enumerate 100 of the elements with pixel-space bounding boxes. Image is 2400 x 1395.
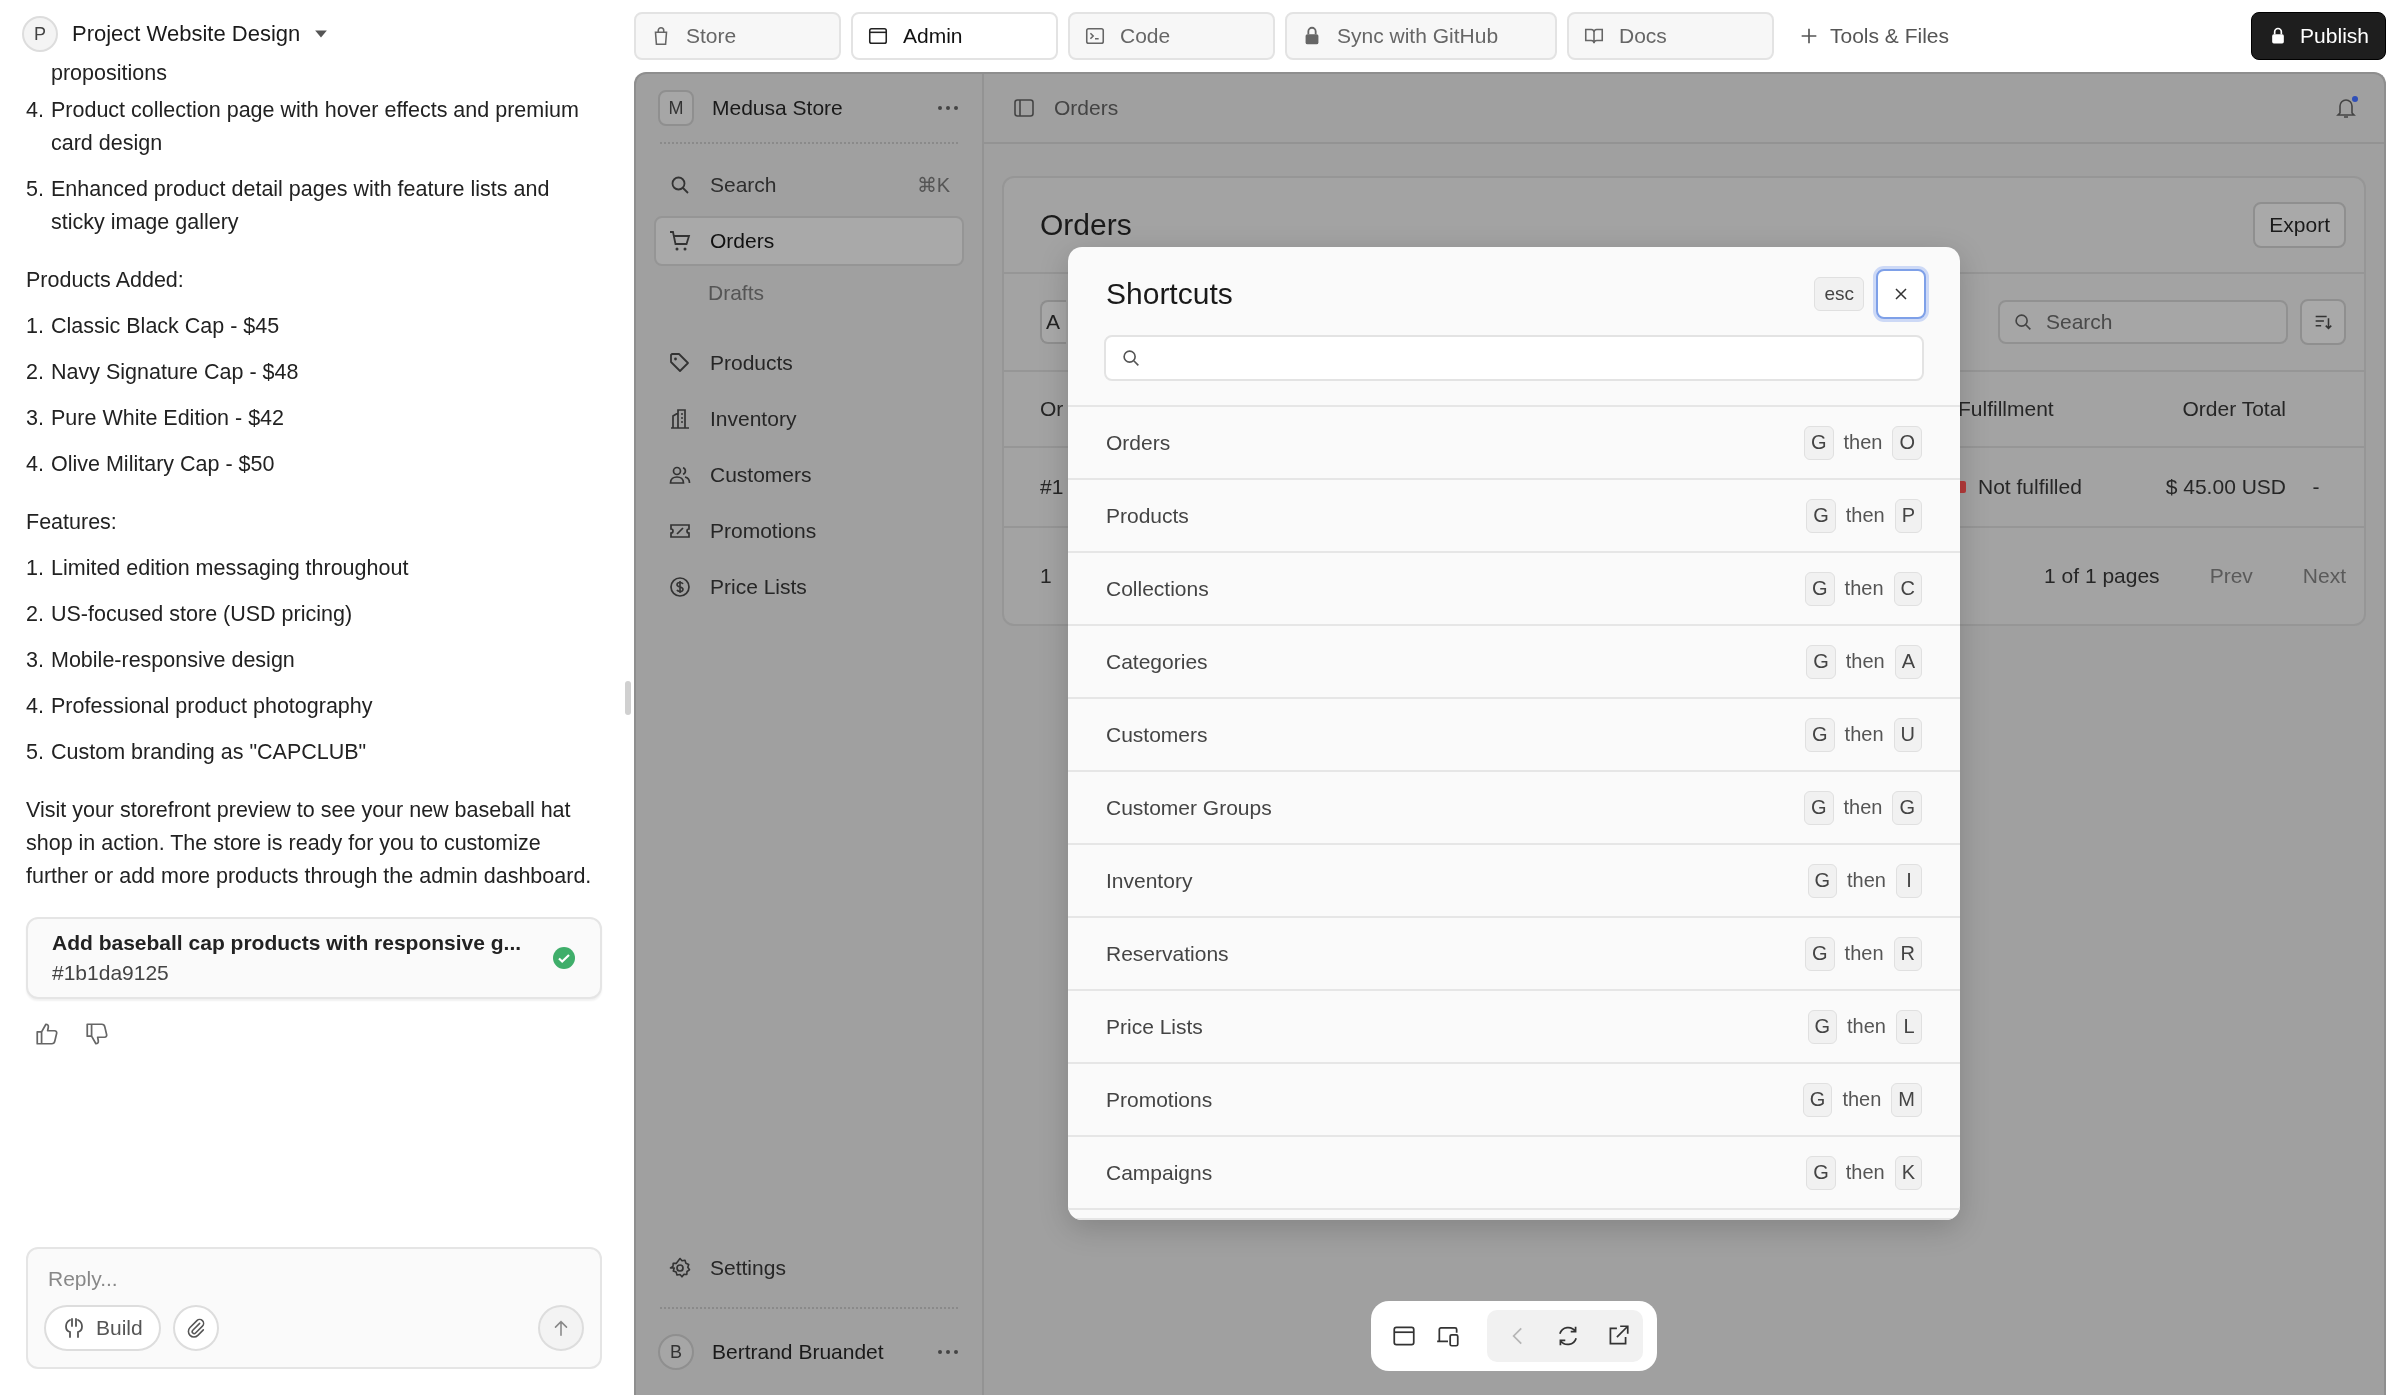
sort-button[interactable] — [2300, 299, 2346, 345]
list-number: 1. — [26, 555, 45, 582]
key-hint: L — [1896, 1009, 1922, 1044]
key-hint: G — [1805, 936, 1835, 971]
sidebar-item[interactable]: Products — [654, 338, 964, 388]
reply-box[interactable]: Reply... Build — [26, 1247, 602, 1369]
key-hint: G — [1806, 644, 1836, 679]
reply-field[interactable]: Reply... — [44, 1267, 584, 1291]
table-cell-text: - — [2311, 475, 2321, 499]
bell-icon[interactable] — [2334, 95, 2360, 121]
shortcut-label: Promotions — [1106, 1087, 1213, 1112]
user-name[interactable]: Bertrand Bruandet — [712, 1340, 884, 1364]
building-icon — [668, 407, 692, 431]
search-icon — [1120, 347, 1142, 369]
page-count: 1 of 1 pages — [2044, 564, 2160, 588]
key-hint: O — [1892, 425, 1922, 460]
shortcut-joiner: then — [1842, 1088, 1882, 1111]
message-paragraph: Visit your storefront preview to see your new baseball hat shop in action. The store is ready for you to customize further or add more products through the admin dashboard. — [26, 797, 593, 890]
tab[interactable]: Admin — [851, 12, 1058, 60]
tab[interactable]: Docs — [1567, 12, 1774, 60]
cart-icon — [668, 229, 692, 253]
key-hint: G — [1807, 1009, 1838, 1044]
column-header: Order Total — [2181, 397, 2286, 421]
tab[interactable]: Store — [634, 12, 841, 60]
commit-card[interactable]: Add baseball cap products with responsive g... #1b1da9125 — [26, 917, 602, 999]
store-name[interactable]: Medusa Store — [712, 96, 843, 120]
message-text: propositions — [50, 60, 168, 86]
list-item-text: Navy Signature Cap - $48 — [51, 359, 300, 386]
key-hint: U — [1893, 717, 1922, 752]
sidebar-item[interactable]: Inventory — [654, 394, 964, 444]
list-item-text: Mobile-responsive design — [51, 647, 296, 674]
tools-files-button[interactable]: Tools & Files — [1784, 24, 1964, 48]
settings-item[interactable]: Settings — [654, 1243, 964, 1293]
list-item-text: Custom branding as "CAPCLUB" — [51, 739, 368, 766]
browser-window-icon[interactable] — [1391, 1323, 1417, 1349]
key-hint: G — [1807, 863, 1838, 898]
thumbs-down-icon[interactable] — [84, 1021, 110, 1047]
send-button[interactable] — [538, 1305, 584, 1351]
sidebar-item[interactable]: Search ⌘K — [654, 160, 964, 210]
list-item-text: Limited edition messaging throughout — [51, 555, 410, 582]
more-icon[interactable] — [936, 1348, 960, 1356]
section-heading: Features: — [26, 509, 118, 536]
column-header: Fulfillment — [1957, 397, 2055, 421]
table-cell: Not fulfilled — [1978, 475, 2082, 499]
shortcut-label: Reservations — [1106, 941, 1229, 966]
list-item-text: Olive Military Cap - $50 — [51, 451, 276, 478]
search-field[interactable]: Search — [1998, 300, 2288, 344]
key-hint: G — [1805, 571, 1835, 606]
filter-button[interactable]: A — [1040, 300, 1066, 344]
dialog-title: Shortcuts — [1106, 277, 1233, 311]
section-heading: Products Added: — [26, 267, 185, 294]
shortcut-label: Customers — [1106, 722, 1208, 747]
sidebar-item[interactable]: Price Lists — [654, 562, 964, 612]
shortcut-joiner: then — [1844, 942, 1884, 965]
export-button[interactable]: Export — [2253, 202, 2346, 248]
key-hint: esc — [1814, 277, 1864, 311]
shortcut-joiner: then — [1844, 577, 1884, 600]
shortcut-joiner: then — [1844, 723, 1884, 746]
publish-button[interactable]: Publish — [2251, 12, 2386, 60]
shortcut-joiner: then — [1843, 431, 1883, 454]
shortcut-label: Customer Groups — [1106, 795, 1272, 820]
window-icon — [867, 25, 889, 47]
list-item-text: US-focused store (USD pricing) — [51, 601, 354, 628]
shortcut-label: Inventory — [1106, 868, 1193, 893]
shortcut-joiner: then — [1847, 869, 1886, 892]
sidebar-toggle-icon[interactable] — [1012, 96, 1036, 120]
shortcut-label: Collections — [1106, 576, 1209, 601]
key-hint: M — [1891, 1082, 1922, 1117]
list-number: 3. — [26, 405, 45, 432]
table-cell-text: #1 — [1040, 475, 1065, 499]
close-button[interactable] — [1876, 269, 1926, 319]
build-button[interactable]: Build — [44, 1305, 161, 1351]
shortcut-joiner: then — [1843, 796, 1883, 819]
commit-hash: #1b1da9125 — [52, 961, 170, 985]
sidebar-item[interactable]: Orders — [654, 216, 964, 266]
project-title[interactable]: Project Website Design — [72, 21, 301, 47]
list-item-text: Classic Black Cap - $45 — [51, 313, 281, 340]
key-hint: I — [1896, 863, 1922, 898]
list-number: 5. — [26, 739, 45, 766]
sidebar-item[interactable]: Customers — [654, 450, 964, 500]
shortcut-label: Products — [1106, 503, 1189, 528]
shortcut-label: Orders — [1106, 430, 1171, 455]
more-icon[interactable] — [936, 104, 960, 112]
breadcrumb[interactable]: Orders — [1054, 96, 1119, 120]
list-number: 5. — [26, 176, 45, 203]
tab[interactable]: Code — [1068, 12, 1275, 60]
key-hint: G — [1892, 790, 1922, 825]
plug-icon — [62, 1316, 86, 1340]
search-icon — [2012, 311, 2034, 333]
resize-handle[interactable] — [625, 680, 631, 715]
list-number: 3. — [26, 647, 45, 674]
caret-icon[interactable] — [314, 29, 329, 39]
attach-button[interactable] — [172, 1305, 219, 1351]
list-number: 2. — [26, 359, 45, 386]
shortcut-joiner: then — [1845, 1161, 1885, 1184]
tab[interactable]: Sync with GitHub — [1285, 12, 1557, 60]
thumbs-up-icon[interactable] — [34, 1021, 60, 1047]
key-hint: G — [1805, 717, 1835, 752]
sidebar-item[interactable]: Promotions — [654, 506, 964, 556]
list-item-text: Pure White Edition - $42 — [51, 405, 286, 432]
